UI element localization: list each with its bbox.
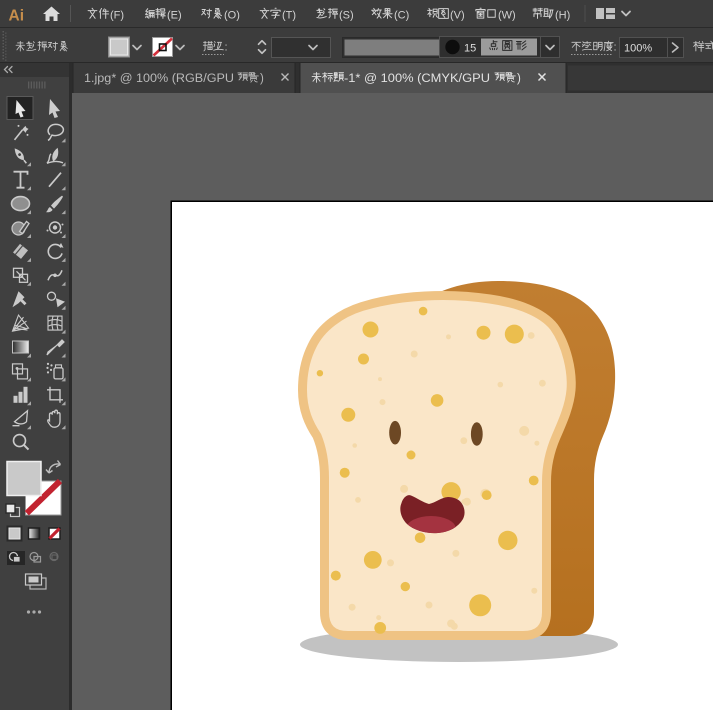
svg-text:): ) [517, 73, 521, 85]
svg-text:(O): (O) [224, 10, 240, 22]
svg-text:): ) [260, 73, 264, 85]
svg-text::: : [614, 42, 617, 54]
svg-text:1.jpg* @ 100% (RGB/GPU: 1.jpg* @ 100% (RGB/GPU [84, 73, 234, 85]
svg-text:(H): (H) [555, 10, 570, 22]
svg-text:(F): (F) [110, 10, 124, 22]
svg-text:100%: 100% [624, 43, 652, 55]
svg-text:-1* @ 100% (CMYK/GPU: -1* @ 100% (CMYK/GPU [344, 73, 490, 85]
svg-text:Ai: Ai [9, 8, 25, 25]
svg-text:(V): (V) [450, 10, 465, 22]
svg-text:(E): (E) [167, 10, 182, 22]
svg-text::: : [225, 42, 228, 54]
svg-text:(T): (T) [282, 10, 296, 22]
svg-text:15: 15 [464, 43, 476, 55]
svg-text:(W): (W) [498, 10, 516, 22]
svg-text:(S): (S) [339, 10, 354, 22]
svg-text:(C): (C) [394, 10, 409, 22]
